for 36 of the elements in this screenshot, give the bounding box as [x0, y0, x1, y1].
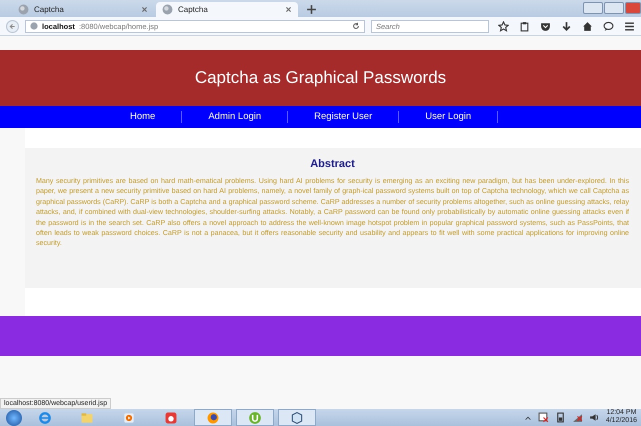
star-icon[interactable]	[498, 20, 509, 32]
browser-tab[interactable]: Captcha	[12, 2, 154, 17]
nav-link[interactable]: User Login	[399, 111, 498, 123]
pocket-icon[interactable]	[540, 20, 551, 32]
clipboard-icon[interactable]	[519, 20, 530, 32]
browser-tab[interactable]: Captcha	[156, 2, 298, 17]
chat-icon[interactable]	[603, 20, 614, 32]
app-icon	[164, 410, 178, 424]
menu-icon[interactable]	[624, 20, 635, 32]
start-button[interactable]	[6, 410, 22, 426]
taskbar-app[interactable]	[194, 409, 232, 426]
new-tab-icon[interactable]	[306, 4, 317, 15]
globe-icon	[162, 4, 173, 15]
close-icon[interactable]	[285, 6, 292, 13]
taskbar-app[interactable]	[278, 409, 316, 426]
back-icon[interactable]	[6, 20, 19, 32]
globe-icon	[18, 4, 29, 15]
home-icon[interactable]	[582, 20, 593, 32]
app-icon	[122, 410, 136, 424]
app-icon	[206, 410, 220, 424]
nav-link[interactable]: Home	[130, 111, 182, 123]
app-icon	[290, 410, 304, 424]
site-title: Captcha as Graphical Passwords	[194, 68, 446, 88]
globe-icon	[30, 22, 38, 30]
abstract-heading: Abstract	[309, 158, 356, 170]
reload-icon[interactable]	[352, 22, 360, 30]
battery-icon[interactable]	[554, 412, 566, 423]
nav-link[interactable]: Admin Login	[182, 111, 288, 123]
volume-icon[interactable]	[588, 412, 600, 423]
app-icon	[38, 410, 52, 424]
app-icon	[80, 410, 94, 424]
close-icon[interactable]	[141, 6, 148, 13]
download-icon[interactable]	[561, 20, 572, 32]
app-icon	[248, 410, 262, 424]
network-icon[interactable]	[572, 412, 583, 423]
nav-link[interactable]: Register User	[288, 111, 400, 123]
